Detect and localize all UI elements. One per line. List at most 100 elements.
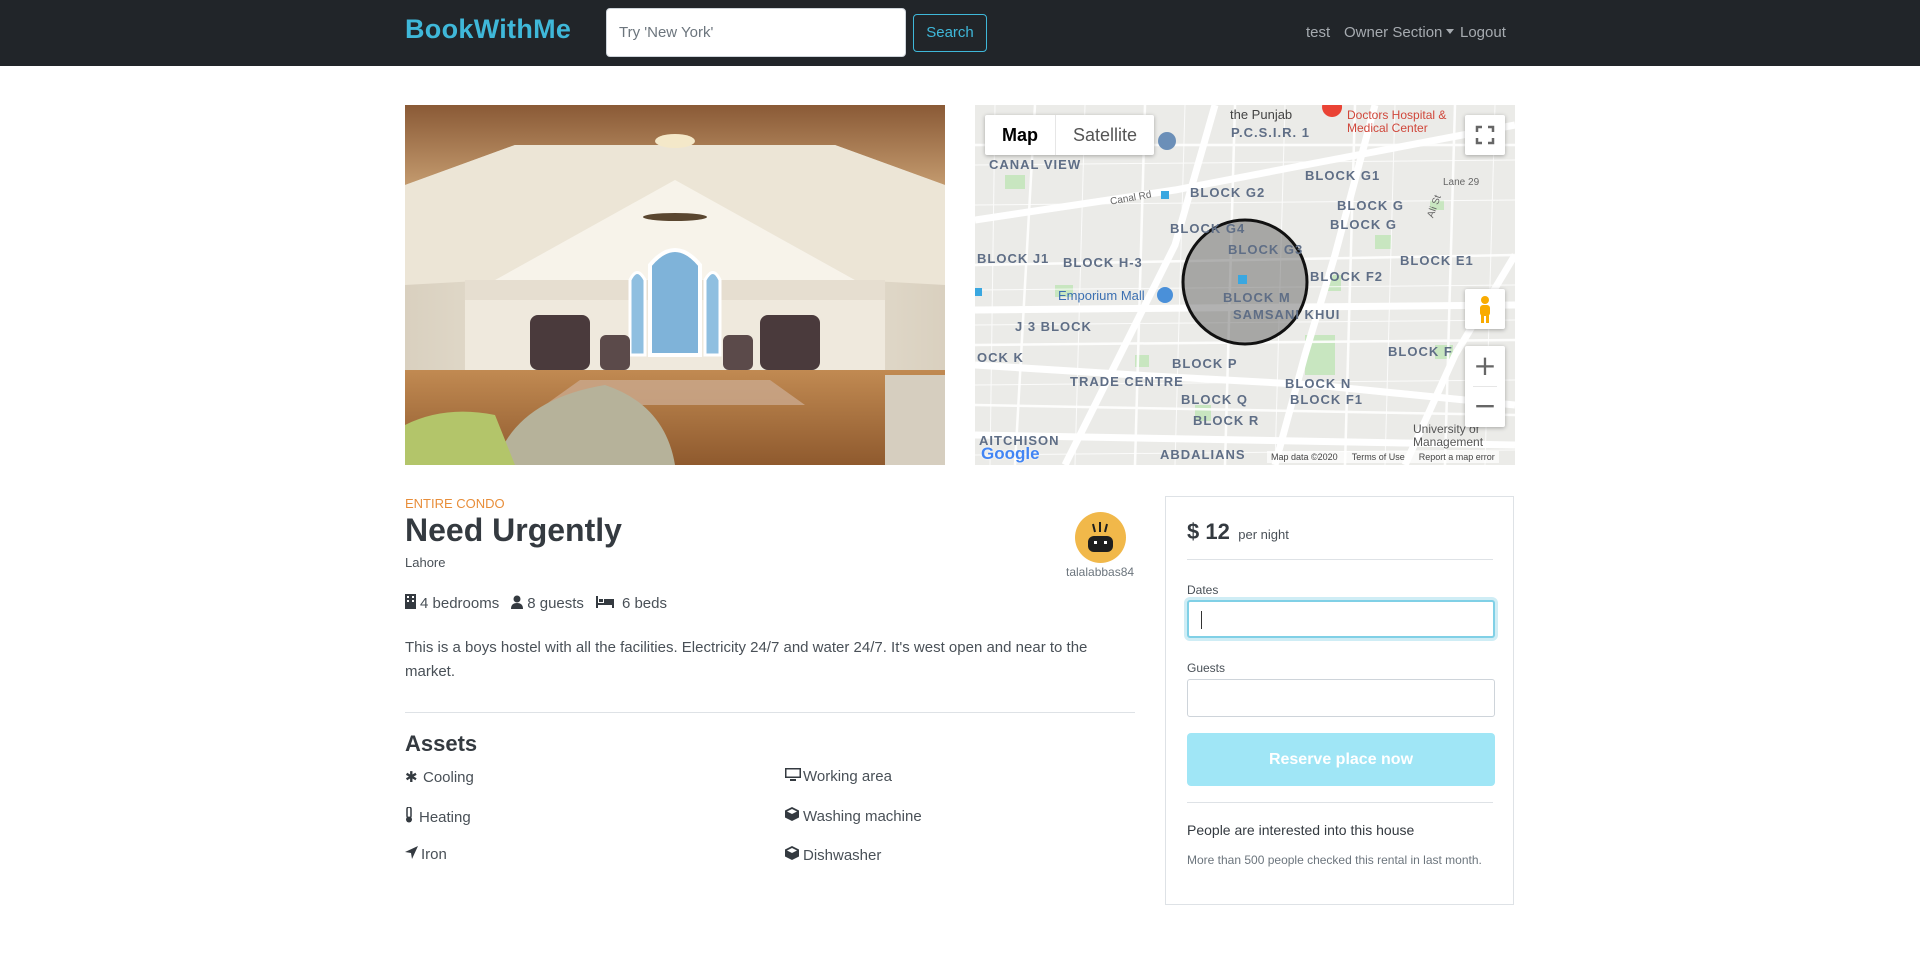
booking-card: $ 12 per night Dates Guests Reserve plac… <box>1165 496 1514 905</box>
guests-label: Guests <box>1187 661 1226 675</box>
map-label-lane-29: Lane 29 <box>1443 177 1480 188</box>
nav-owner-section-dropdown[interactable]: Owner Section <box>1344 24 1455 41</box>
search-button[interactable]: Search <box>913 14 987 52</box>
nav-logout-link[interactable]: Logout <box>1460 24 1506 41</box>
map-label-canal-view: CANAL VIEW <box>989 157 1082 172</box>
price-unit: per night <box>1238 527 1289 542</box>
card-divider <box>1187 802 1493 803</box>
bed-icon <box>595 595 614 612</box>
guests-count: 8 guests <box>527 595 584 612</box>
brand-logo[interactable]: BookWithMe <box>405 14 571 45</box>
asset-washing-machine: Washing machine <box>785 807 922 825</box>
zoom-controls: + − <box>1465 346 1505 427</box>
guests-input[interactable] <box>1187 679 1495 717</box>
map-label-block-f1: BLOCK F1 <box>1290 392 1363 407</box>
price-value: $ 12 <box>1187 519 1230 544</box>
map-label-trade-centre: TRADE CENTRE <box>1070 374 1184 389</box>
fullscreen-button[interactable] <box>1465 115 1505 155</box>
map-footer: Map data ©2020 Terms of Use Report a map… <box>1267 451 1499 463</box>
map-label-samsani-khui: SAMSANI KHUI <box>1233 307 1341 322</box>
card-divider <box>1187 559 1493 560</box>
map-type-toggle: Map Satellite <box>985 115 1155 155</box>
building-icon <box>405 594 416 613</box>
map-label-pcsir: P.C.S.I.R. 1 <box>1231 125 1310 140</box>
pegman-icon <box>1480 296 1490 323</box>
reserve-button[interactable]: Reserve place now <box>1187 733 1495 786</box>
nav-user-link[interactable]: test <box>1306 24 1330 41</box>
price-line: $ 12 per night <box>1187 519 1289 545</box>
map-label-block-j1: BLOCK J1 <box>977 251 1050 266</box>
map-label-block-k: OCK K <box>977 350 1024 365</box>
map-label-block-g2: BLOCK G2 <box>1190 185 1266 200</box>
asset-label: Washing machine <box>803 807 922 825</box>
map-label-block-p: BLOCK P <box>1172 356 1238 371</box>
map-label-punjab: the Punjab <box>1230 107 1293 122</box>
map-label-block-h3: BLOCK H-3 <box>1063 255 1143 270</box>
asset-label: Working area <box>803 768 892 785</box>
navbar: BookWithMe Try 'New York' Search test Ow… <box>0 0 1920 66</box>
map-tab-map[interactable]: Map <box>985 115 1055 155</box>
asset-label: Heating <box>419 808 471 826</box>
rental-city: Lahore <box>405 555 446 570</box>
street-view-pegman[interactable] <box>1465 289 1505 329</box>
beds-count: 6 beds <box>621 595 667 612</box>
map-label-block-r: BLOCK R <box>1193 413 1260 428</box>
rental-category: ENTIRE CONDO <box>405 496 505 511</box>
assets-heading: Assets <box>405 731 478 756</box>
map-label-block-g-a: BLOCK G <box>1337 198 1404 213</box>
thermometer-icon <box>405 806 419 827</box>
zoom-out-button[interactable]: − <box>1465 387 1505 427</box>
asterisk-icon: ✱ <box>405 769 418 786</box>
interest-title: People are interested into this house <box>1187 822 1415 838</box>
desktop-icon <box>785 768 803 785</box>
dates-input[interactable] <box>1187 600 1495 638</box>
cube-icon <box>785 807 803 825</box>
search-input[interactable]: Try 'New York' <box>606 8 906 57</box>
asset-cooling: ✱ Cooling <box>405 768 474 787</box>
cube-icon <box>785 846 803 864</box>
asset-iron: Iron <box>405 846 447 863</box>
map-label-block-g-b: BLOCK G <box>1330 217 1397 232</box>
owner-section-label: Owner Section <box>1344 24 1443 41</box>
interest-text: More than 500 people checked this rental… <box>1187 853 1482 867</box>
terms-of-use-link[interactable]: Terms of Use <box>1352 452 1405 462</box>
asset-working-area: Working area <box>785 768 892 785</box>
map-label-block-f: BLOCK F <box>1388 344 1453 359</box>
rental-photo <box>405 105 945 465</box>
owner-username: talalabbas84 <box>1066 565 1135 579</box>
map-label-j3-block: J 3 BLOCK <box>1015 319 1092 334</box>
map-label-block-g1: BLOCK G1 <box>1305 168 1381 183</box>
map-label-block-g3: BLOCK G3 <box>1228 242 1304 257</box>
map-label-abdalians: ABDALIANS <box>1160 447 1246 462</box>
map-label-block-n: BLOCK N <box>1285 376 1352 391</box>
asset-label: Iron <box>421 846 447 863</box>
text-cursor <box>1201 611 1202 629</box>
map-label-block-g4: BLOCK G4 <box>1170 221 1246 236</box>
google-logo: Google <box>981 444 1040 463</box>
map-tab-satellite[interactable]: Satellite <box>1055 115 1154 155</box>
map-label-block-e1: BLOCK E1 <box>1400 253 1474 268</box>
location-arrow-icon <box>405 846 421 863</box>
map-label-emporium-mall: Emporium Mall <box>1058 288 1145 303</box>
map-data-credit: Map data ©2020 <box>1271 452 1338 462</box>
report-map-error-link[interactable]: Report a map error <box>1419 452 1495 462</box>
rental-title: Need Urgently <box>405 512 622 548</box>
owner-avatar <box>1075 512 1126 563</box>
fullscreen-icon <box>1475 125 1495 145</box>
map-label-block-m: BLOCK M <box>1223 290 1291 305</box>
asset-label: Dishwasher <box>803 846 882 864</box>
location-map[interactable]: the Punjab P.C.S.I.R. 1 Doctors Hospital… <box>975 105 1515 465</box>
asset-heating: Heating <box>405 806 471 827</box>
map-label-hospital: Doctors Hospital & Medical Center <box>1347 108 1447 135</box>
user-icon <box>511 595 524 613</box>
map-label-block-f2: BLOCK F2 <box>1310 269 1383 284</box>
zoom-in-button[interactable]: + <box>1465 346 1505 386</box>
dates-label: Dates <box>1187 583 1219 597</box>
bedrooms-count: 4 bedrooms <box>420 595 500 612</box>
rental-description: This is a boys hostel with all the facil… <box>405 639 1088 680</box>
rental-facts: 4 bedrooms 8 guests 6 beds <box>405 594 667 613</box>
asset-label: Cooling <box>423 768 474 786</box>
asset-dishwasher: Dishwasher <box>785 846 881 864</box>
map-label-block-q: BLOCK Q <box>1181 392 1248 407</box>
caret-down-icon <box>1446 29 1455 34</box>
